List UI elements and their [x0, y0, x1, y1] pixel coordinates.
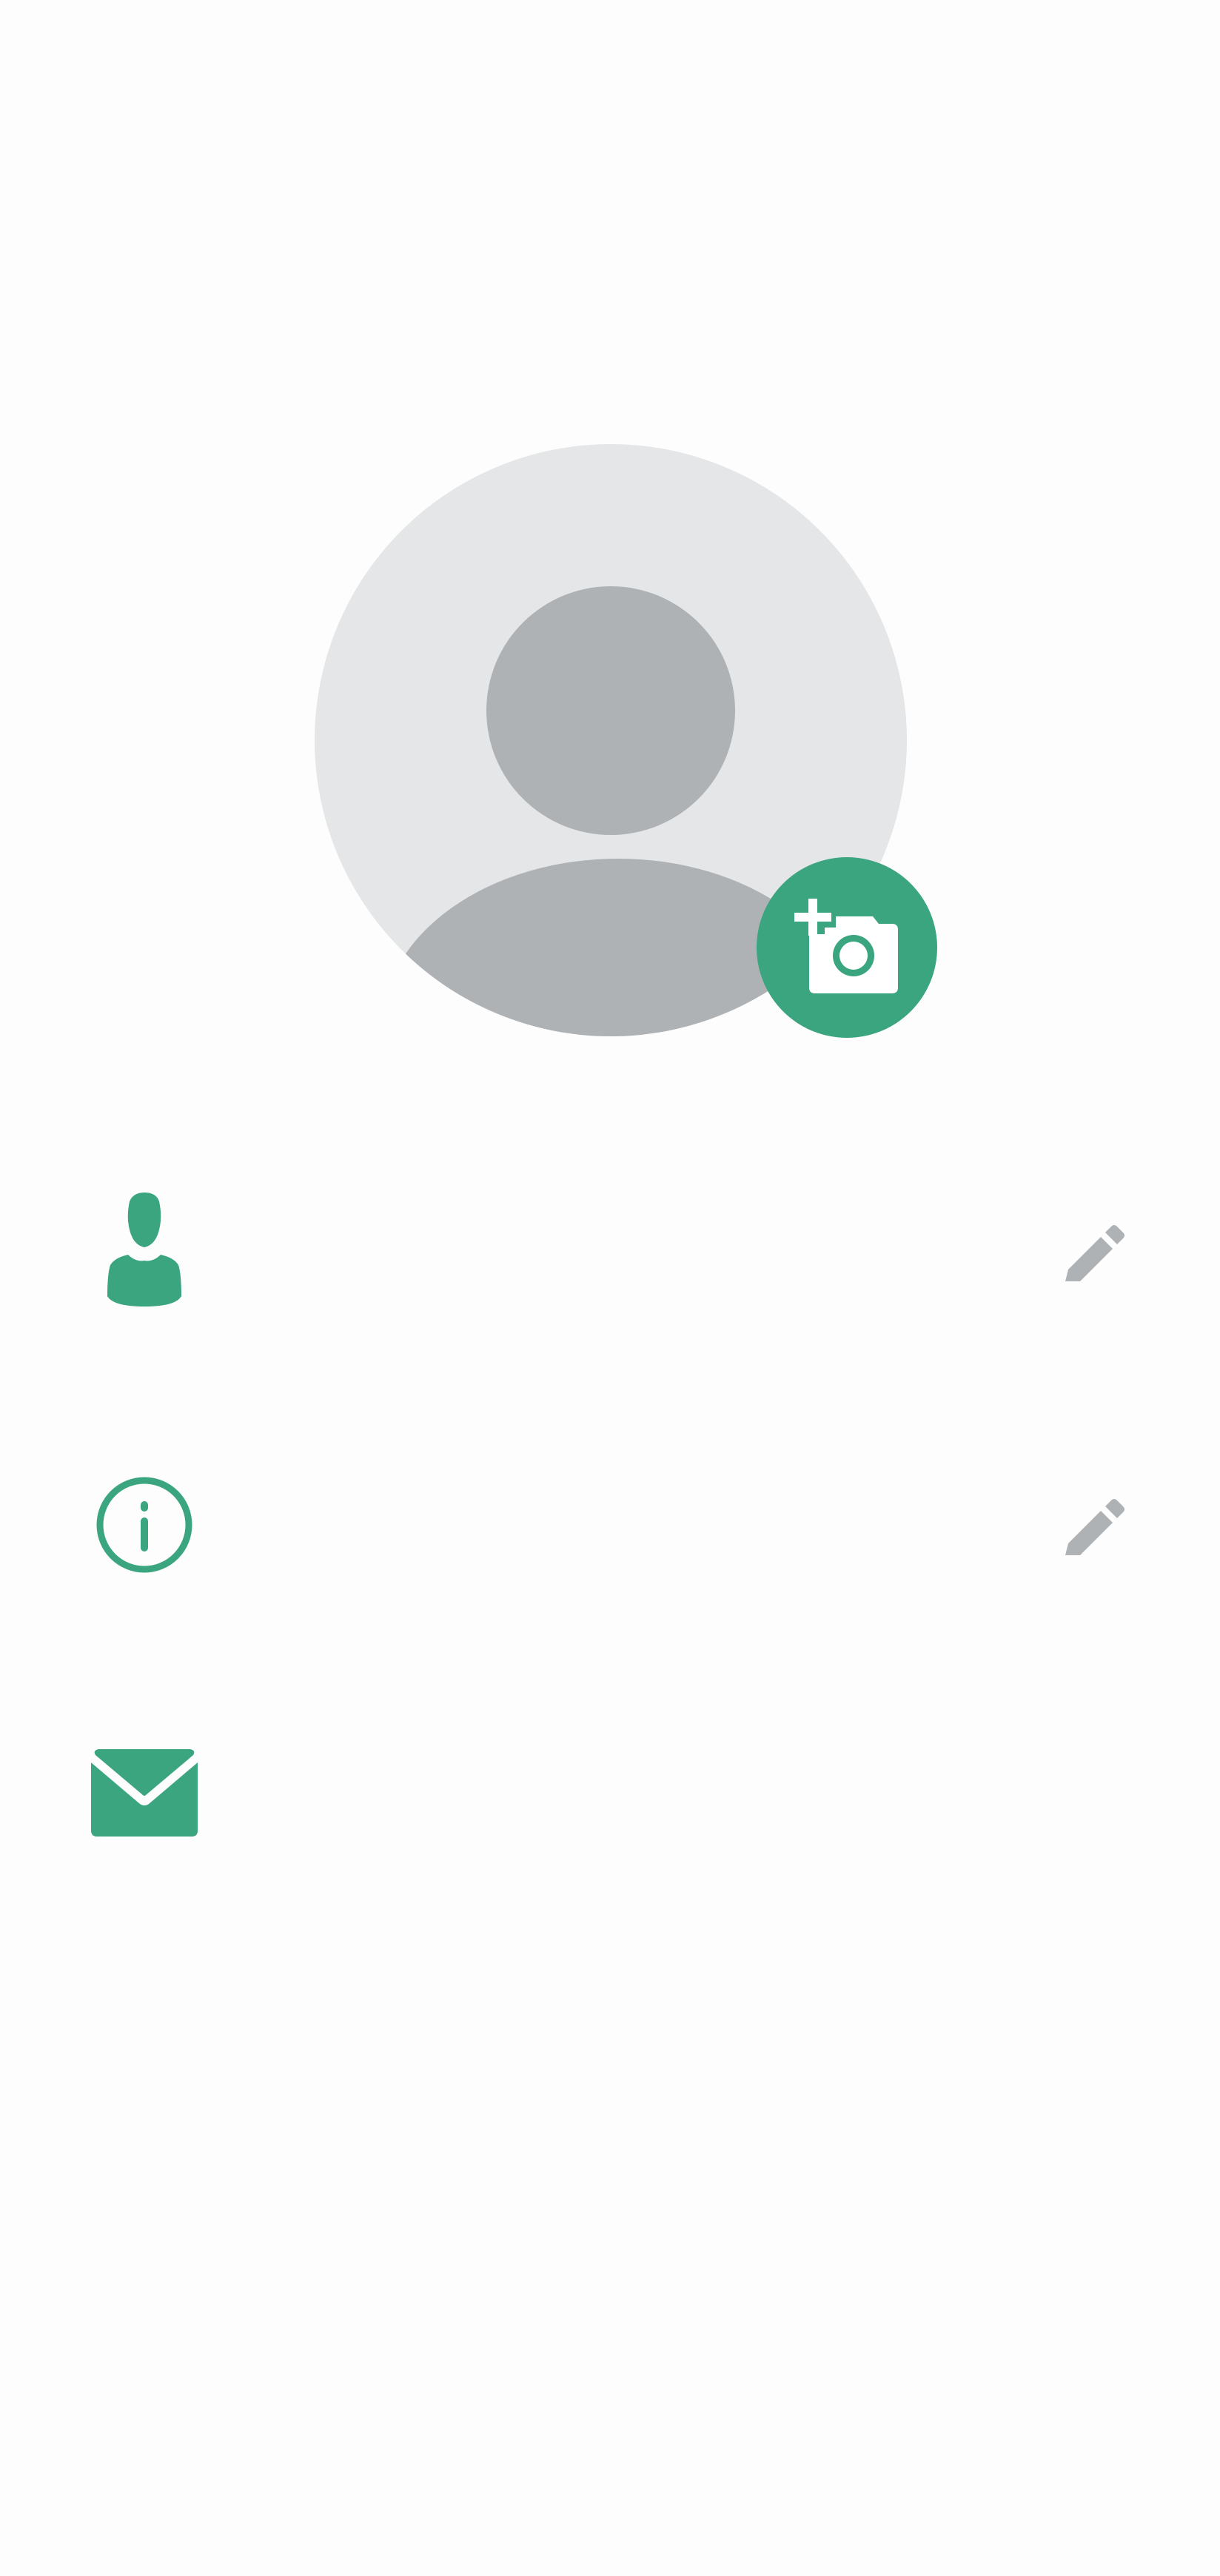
pencil-icon [1065, 1225, 1125, 1281]
add-photo-button[interactable] [757, 857, 937, 1038]
mail-icon [81, 1717, 207, 1865]
person-icon [81, 1177, 207, 1325]
edit-name-button[interactable] [1051, 1207, 1140, 1295]
name-row[interactable] [0, 1177, 1220, 1325]
add-photo-icon [794, 899, 898, 993]
profile-screen [0, 0, 1220, 2576]
about-value [244, 1495, 985, 1554]
about-row[interactable] [0, 1451, 1220, 1599]
email-row [0, 1717, 1220, 1865]
edit-about-button[interactable] [1051, 1480, 1140, 1569]
email-value [244, 1762, 985, 1821]
pencil-icon [1065, 1499, 1125, 1555]
name-value [244, 1221, 985, 1281]
info-icon [81, 1451, 207, 1599]
